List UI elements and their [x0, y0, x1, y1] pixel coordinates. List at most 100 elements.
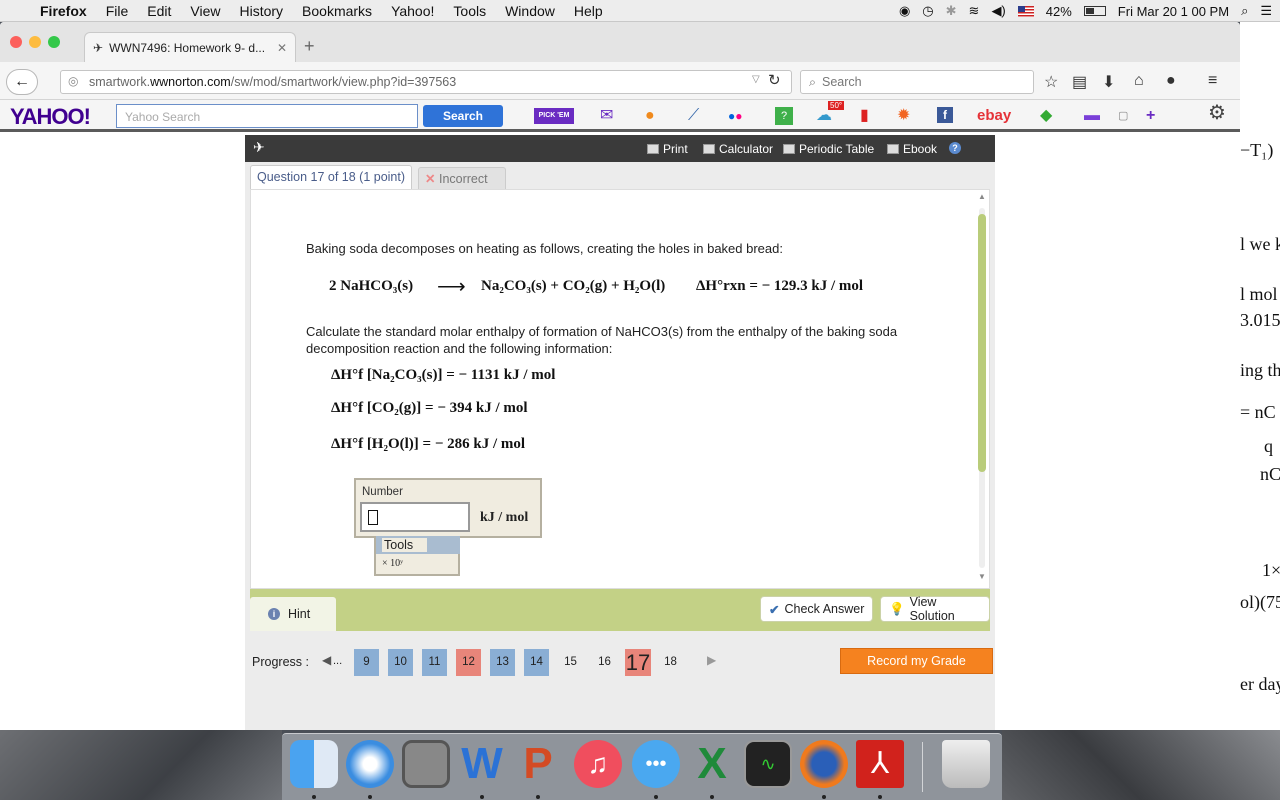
browser-tab[interactable]: ✈ WWN7496: Homework 9- d... ✕ — [84, 32, 296, 62]
close-tab-icon[interactable]: ✕ — [277, 41, 287, 55]
progress-next-icon[interactable]: ▶ — [707, 653, 716, 667]
more-dropdown-icon[interactable]: ▢ — [1118, 106, 1128, 126]
url-dropdown-icon[interactable]: ▽ — [752, 74, 760, 85]
site-identity-icon[interactable]: ◎ — [68, 74, 78, 88]
record-grade-button[interactable]: Record my Grade — [840, 648, 993, 674]
menu-help[interactable]: Help — [574, 3, 603, 19]
back-button[interactable]: ← — [6, 69, 38, 95]
facebook-icon[interactable]: f — [937, 107, 953, 123]
volume-icon[interactable]: ◀) — [991, 3, 1005, 19]
sync-icon[interactable]: ◉ — [899, 3, 910, 19]
menu-history[interactable]: History — [239, 3, 283, 19]
progress-page-15[interactable]: 15 — [558, 649, 583, 676]
hint-button[interactable]: i Hint — [250, 597, 336, 631]
mail-icon[interactable]: ✉ — [600, 106, 613, 126]
menu-bookmarks[interactable]: Bookmarks — [302, 3, 372, 19]
wifi-icon[interactable]: ≋ — [969, 3, 980, 19]
word-icon[interactable]: W — [458, 740, 506, 788]
finder-icon[interactable] — [290, 740, 338, 788]
clock[interactable]: Fri Mar 20 1 00 PM — [1118, 4, 1229, 19]
menu-edit[interactable]: Edit — [147, 3, 171, 19]
check-answer-button[interactable]: ✔ Check Answer — [760, 596, 874, 622]
scientific-notation-tool[interactable]: × 10ʸ — [382, 558, 403, 569]
scroll-thumb[interactable] — [978, 214, 986, 472]
spotlight-icon[interactable]: ⌕ — [1241, 3, 1248, 19]
reload-icon[interactable]: ↻ — [768, 71, 781, 89]
progress-prev-icon[interactable]: ◀ — [322, 653, 331, 667]
periodic-table-link[interactable]: Periodic Table — [783, 142, 874, 156]
progress-page-13[interactable]: 13 — [490, 649, 515, 676]
notification-center-icon[interactable]: ☰ — [1260, 3, 1272, 19]
trash-icon[interactable] — [942, 740, 990, 788]
running-indicator — [536, 795, 540, 799]
progress-page-18[interactable]: 18 — [658, 649, 683, 676]
shopping-tag-icon[interactable]: ◆ — [1040, 106, 1052, 126]
ebay-icon[interactable]: ebay — [977, 106, 1011, 126]
scroll-up-icon[interactable]: ▲ — [978, 192, 986, 201]
add-icon[interactable]: + — [1146, 106, 1155, 126]
reading-list-icon[interactable]: ▤ — [1072, 72, 1087, 92]
finance-icon[interactable]: ⟋ — [688, 106, 699, 126]
excel-icon[interactable]: X — [688, 740, 736, 788]
print-link[interactable]: Print — [647, 142, 688, 156]
powerpoint-icon[interactable]: P — [514, 740, 562, 788]
time-machine-icon[interactable]: ◷ — [922, 3, 933, 19]
messages-icon[interactable]: ••• — [632, 740, 680, 788]
browser-search-input[interactable]: ⌕ Search — [800, 70, 1034, 94]
url-bar[interactable]: smartwork. wwnorton.com/sw/mod/smartwork/… — [60, 70, 792, 94]
ebook-label: Ebook — [903, 142, 938, 156]
flickr-icon[interactable]: ●● — [728, 106, 743, 126]
settings-gear-icon[interactable]: ⚙ — [1208, 103, 1226, 123]
firefox-icon[interactable] — [800, 740, 848, 788]
status-tab[interactable]: ✕ Incorrect — [418, 167, 506, 189]
minimize-window-button[interactable] — [29, 36, 41, 48]
calculator-link[interactable]: Calculator — [703, 142, 773, 156]
menu-window[interactable]: Window — [505, 3, 555, 19]
battery-icon[interactable] — [1083, 6, 1106, 16]
progress-page-11[interactable]: 11 — [422, 649, 447, 676]
flag-icon[interactable] — [1017, 5, 1034, 17]
downloads-icon[interactable]: ⬇ — [1102, 72, 1115, 92]
menu-tools[interactable]: Tools — [453, 3, 486, 19]
menu-file[interactable]: File — [106, 3, 129, 19]
zoom-window-button[interactable] — [48, 36, 60, 48]
question-number-tab[interactable]: Question 17 of 18 (1 point) — [250, 165, 412, 189]
acrobat-icon[interactable]: ⅄ — [856, 740, 904, 788]
question-scrollbar[interactable]: ▲ ▼ — [977, 192, 987, 581]
yahoo-search-button[interactable]: Search — [423, 105, 503, 127]
help-icon[interactable]: ? — [949, 142, 961, 154]
yahoo-logo[interactable]: YAHOO! — [10, 104, 91, 130]
tools-tab[interactable]: Tools — [376, 536, 460, 554]
bookmark-icon[interactable]: ▮ — [860, 106, 869, 126]
progress-page-17-current[interactable]: 17 — [625, 649, 651, 676]
pick-em-icon[interactable]: PICK 'EM — [534, 108, 574, 124]
movies-icon[interactable]: ▬ — [1084, 106, 1100, 126]
ebook-link[interactable]: Ebook — [887, 142, 937, 156]
progress-page-9[interactable]: 9 — [354, 649, 379, 676]
menu-app-name[interactable]: Firefox — [40, 3, 87, 19]
view-solution-button[interactable]: 💡 View Solution — [880, 595, 990, 623]
hamburger-menu-icon[interactable]: ≡ — [1208, 72, 1217, 90]
answers-icon[interactable]: ? — [775, 107, 793, 125]
bluetooth-icon[interactable]: ✱ — [946, 3, 957, 19]
lifestyle-icon[interactable]: ✹ — [897, 106, 910, 126]
home-icon[interactable]: ⌂ — [1134, 72, 1144, 90]
menu-yahoo[interactable]: Yahoo! — [391, 3, 434, 19]
chat-icon[interactable]: ● — [1166, 72, 1176, 90]
close-window-button[interactable] — [10, 36, 22, 48]
new-tab-icon[interactable]: + — [304, 36, 315, 57]
scroll-down-icon[interactable]: ▼ — [978, 572, 986, 581]
itunes-icon[interactable]: ♫ — [574, 740, 622, 788]
safari-icon[interactable] — [346, 740, 394, 788]
bookmark-star-icon[interactable]: ☆ — [1044, 72, 1058, 92]
activity-monitor-icon[interactable]: ∿ — [744, 740, 792, 788]
progress-page-10[interactable]: 10 — [388, 649, 413, 676]
menu-view[interactable]: View — [190, 3, 220, 19]
battery-percent[interactable]: 42% — [1046, 4, 1072, 19]
sports-icon[interactable]: ● — [645, 106, 655, 126]
progress-page-12[interactable]: 12 — [456, 649, 481, 676]
progress-page-16[interactable]: 16 — [592, 649, 617, 676]
progress-page-14[interactable]: 14 — [524, 649, 549, 676]
yahoo-search-input[interactable]: Yahoo Search — [116, 104, 418, 128]
system-preferences-icon[interactable] — [402, 740, 450, 788]
